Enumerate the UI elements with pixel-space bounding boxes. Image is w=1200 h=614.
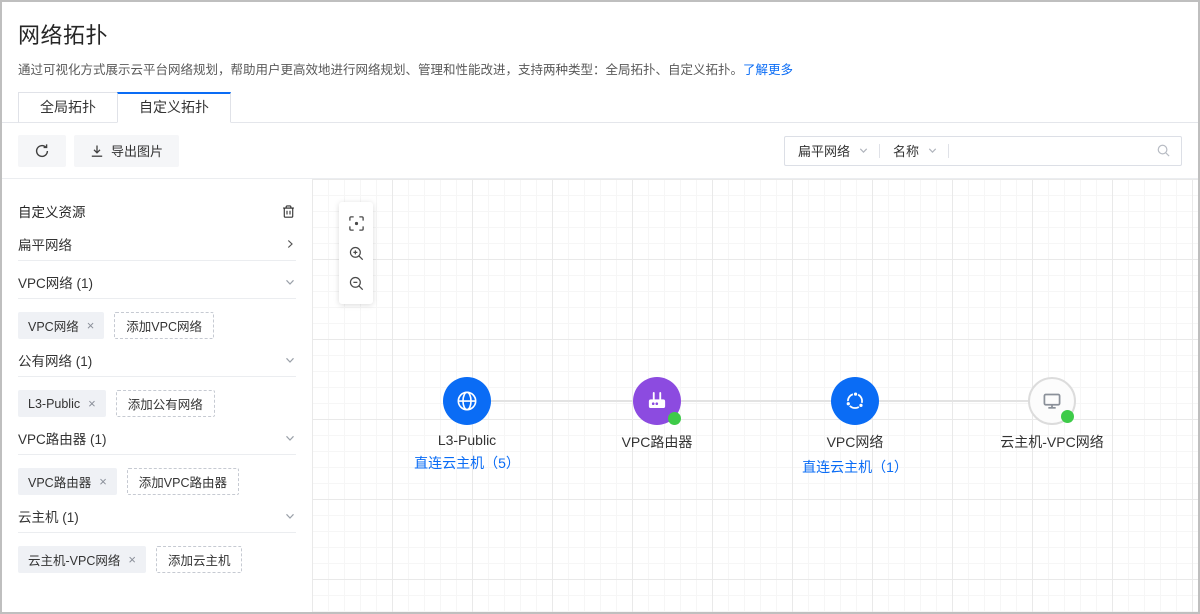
chevron-down-icon [284,510,296,522]
add-vpc-network-button[interactable]: 添加VPC网络 [114,312,214,339]
search-bar: 扁平网络 名称 [784,136,1182,166]
tag-label: L3-Public [28,397,80,411]
sidebar-section-vpc-router[interactable]: VPC路由器 (1) [18,431,296,455]
sidebar-section-vpc-network[interactable]: VPC网络 (1) [18,275,296,299]
search-field-filter[interactable]: 名称 [880,141,948,160]
chevron-down-icon [927,145,938,156]
section-label: 扁平网络 [18,234,72,254]
zoom-out-button[interactable] [339,268,373,298]
remove-tag-icon[interactable]: × [99,475,107,488]
export-image-label: 导出图片 [111,141,163,160]
tag-label: VPC网络 [28,316,79,335]
section-label: 云主机 (1) [18,506,79,526]
chevron-down-icon [284,354,296,366]
public-network-tags: L3-Public × 添加公有网络 [18,390,296,417]
toolbar: 导出图片 扁平网络 名称 [2,123,1198,178]
zoom-out-icon [348,275,365,292]
vm-instance-tags: 云主机-VPC网络 × 添加云主机 [18,546,296,573]
sidebar-section-flat-network[interactable]: 扁平网络 [18,237,296,261]
page-description-text: 通过可视化方式展示云平台网络规划，帮助用户更高效地进行网络规划、管理和性能改进，… [18,63,743,77]
clear-resources-button[interactable] [281,204,296,219]
add-vpc-router-button[interactable]: 添加VPC路由器 [127,468,239,495]
fit-screen-icon [348,215,365,232]
fit-to-screen-button[interactable] [339,208,373,238]
node-vm-instance: 云主机-VPC网络 [957,377,1147,452]
page-header: 网络拓扑 通过可视化方式展示云平台网络规划，帮助用户更高效地进行网络规划、管理和… [2,2,1198,78]
section-label: VPC路由器 (1) [18,428,107,448]
zoom-in-icon [348,245,365,262]
resource-type-filter-value: 扁平网络 [798,141,850,160]
public-network-node-icon[interactable] [443,377,491,425]
sidebar-section-public-network[interactable]: 公有网络 (1) [18,353,296,377]
vpc-router-node-icon[interactable] [633,377,681,425]
node-label: 云主机-VPC网络 [957,432,1147,452]
node-label: VPC网络 [760,432,950,452]
vpc-network-node-icon[interactable] [831,377,879,425]
resource-tag-vm-vpc-network[interactable]: 云主机-VPC网络 × [18,546,146,573]
export-image-button[interactable]: 导出图片 [74,135,179,167]
tab-custom-topology[interactable]: 自定义拓扑 [117,92,231,123]
remove-tag-icon[interactable]: × [88,397,96,410]
globe-icon [454,388,480,414]
topology-tabs: 全局拓扑 自定义拓扑 [2,91,1198,123]
custom-resource-sidebar: 自定义资源 扁平网络 VPC网络 (1) [2,179,312,612]
node-label: L3-Public [372,432,562,448]
remove-tag-icon[interactable]: × [128,553,136,566]
monitor-icon [1039,388,1065,414]
add-vm-instance-button[interactable]: 添加云主机 [156,546,243,573]
canvas-zoom-controls [339,202,373,304]
refresh-icon [34,143,50,159]
network-hub-icon [842,388,868,414]
sidebar-header: 自定义资源 [18,199,296,223]
sidebar-section-vm-instance[interactable]: 云主机 (1) [18,509,296,533]
section-label: VPC网络 (1) [18,272,93,292]
chevron-down-icon [284,432,296,444]
add-public-network-button[interactable]: 添加公有网络 [116,390,215,417]
chevron-down-icon [284,276,296,288]
router-icon [644,388,670,414]
search-icon[interactable] [1156,143,1181,158]
connected-vms-link[interactable]: 直连云主机（1） [760,457,950,477]
node-vpc-router: VPC路由器 [562,377,752,452]
zoom-in-button[interactable] [339,238,373,268]
vpc-network-tags: VPC网络 × 添加VPC网络 [18,312,296,339]
tag-label: VPC路由器 [28,472,91,491]
sidebar-title: 自定义资源 [18,201,86,221]
topology-canvas[interactable]: L3-Public 直连云主机（5） VPC路由器 [312,179,1198,612]
search-field-filter-value: 名称 [893,141,919,160]
download-icon [90,144,104,158]
node-l3-public: L3-Public 直连云主机（5） [372,377,562,473]
search-input[interactable] [949,138,1156,164]
page-description: 通过可视化方式展示云平台网络规划，帮助用户更高效地进行网络规划、管理和性能改进，… [18,59,1182,78]
section-label: 公有网络 (1) [18,350,92,370]
vpc-router-tags: VPC路由器 × 添加VPC路由器 [18,468,296,495]
resource-type-filter[interactable]: 扁平网络 [785,141,879,160]
trash-icon [281,204,296,219]
resource-tag-vpc-network[interactable]: VPC网络 × [18,312,104,339]
resource-tag-l3-public[interactable]: L3-Public × [18,390,106,417]
chevron-down-icon [858,145,869,156]
learn-more-link[interactable]: 了解更多 [743,63,793,77]
node-vpc-network: VPC网络 直连云主机（1） [760,377,950,477]
tab-global-topology[interactable]: 全局拓扑 [18,92,118,123]
connected-vms-link[interactable]: 直连云主机（5） [372,453,562,473]
tag-label: 云主机-VPC网络 [28,550,120,569]
vm-node-icon[interactable] [1028,377,1076,425]
resource-tag-vpc-router[interactable]: VPC路由器 × [18,468,117,495]
page-title: 网络拓扑 [18,18,1182,50]
content-area: 自定义资源 扁平网络 VPC网络 (1) [2,178,1198,612]
refresh-button[interactable] [18,135,66,167]
status-dot-running [1061,410,1074,423]
chevron-right-icon [284,238,296,250]
remove-tag-icon[interactable]: × [87,319,95,332]
node-label: VPC路由器 [562,432,752,452]
network-topology-page: 网络拓扑 通过可视化方式展示云平台网络规划，帮助用户更高效地进行网络规划、管理和… [0,0,1200,614]
status-dot-running [668,412,681,425]
